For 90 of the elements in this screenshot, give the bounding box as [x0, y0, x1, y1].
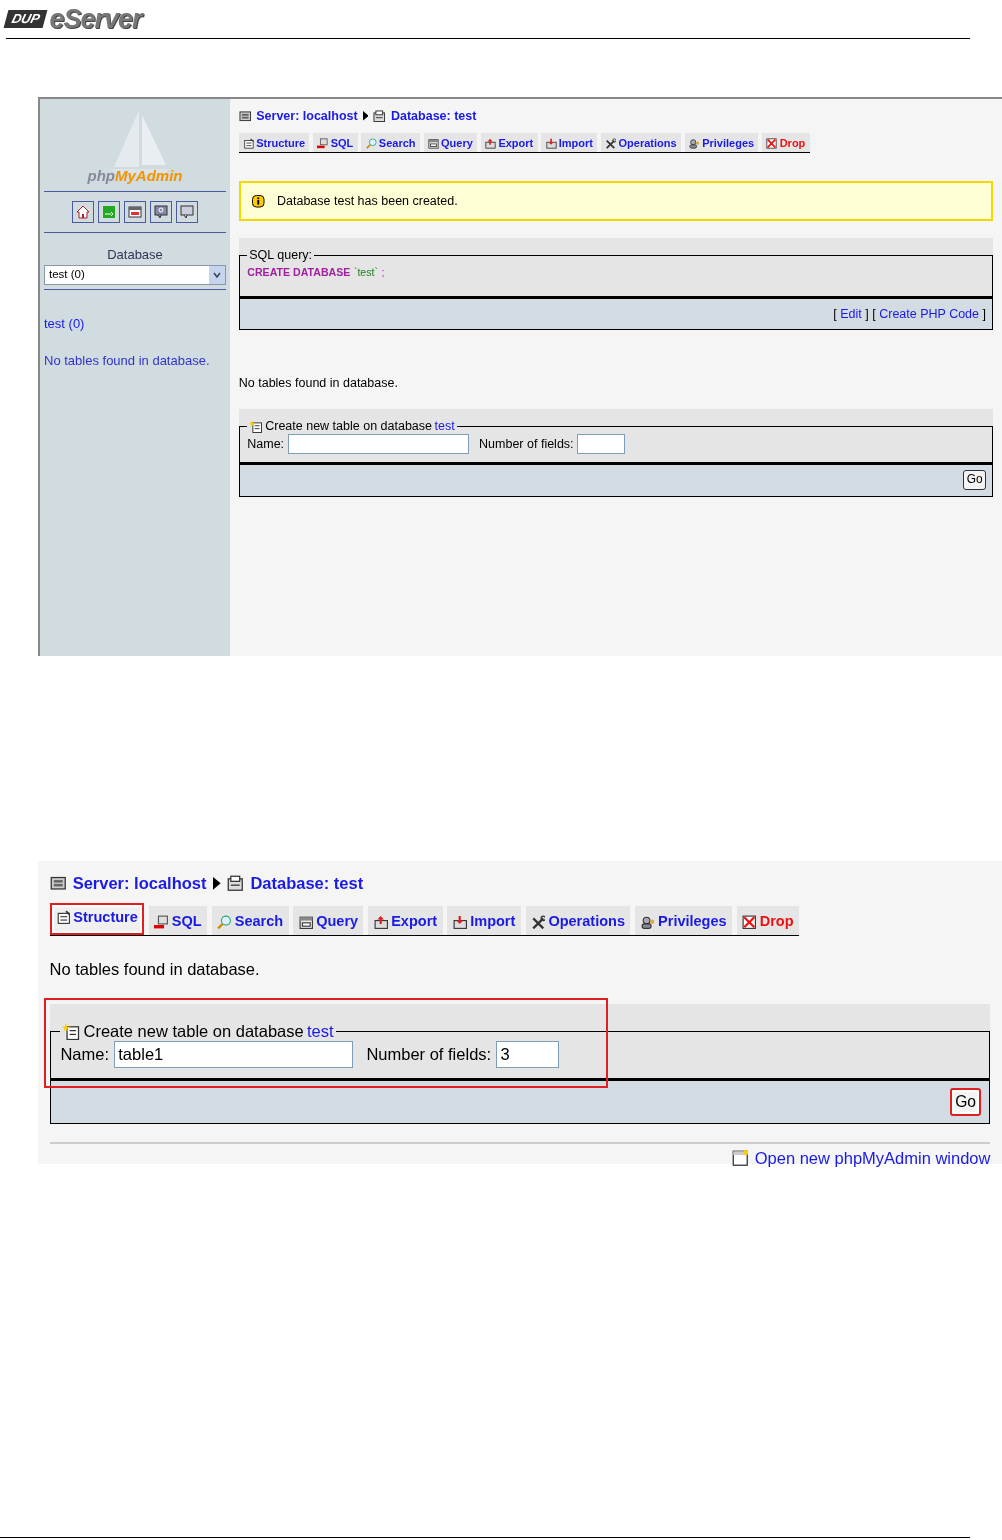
bracket-text: ]: [865, 307, 869, 321]
logo-text: phpMyAdmin: [87, 165, 183, 186]
window-icon: [128, 205, 142, 219]
database-link[interactable]: test: [434, 419, 455, 435]
tab[interactable]: Drop: [762, 132, 810, 152]
info-text: No tables found in database.: [49, 959, 261, 981]
sql-text: CREATE DATABASE `test` ;: [247, 264, 385, 279]
server-icon: [49, 875, 67, 892]
tab[interactable]: Export: [368, 905, 443, 935]
tab[interactable]: Privileges: [635, 905, 732, 935]
cross-icon: [766, 138, 778, 150]
breadcrumb-link[interactable]: Server: localhost: [72, 870, 207, 896]
tab[interactable]: Import: [447, 905, 521, 935]
field-label: Number of fields:: [366, 1044, 492, 1066]
panel-legend: SQL query:: [247, 247, 314, 263]
tab[interactable]: Drop: [736, 905, 799, 935]
sidebar-note: No tables found in database.: [44, 352, 211, 370]
link[interactable]: Edit: [840, 307, 862, 321]
bracket-text: [: [872, 307, 876, 321]
info-text: No tables found in database.: [238, 375, 399, 393]
speech-icon: [180, 205, 194, 219]
field-label: Number of fields:: [479, 435, 574, 453]
logo-text: eServer: [49, 2, 142, 36]
tab[interactable]: Query: [293, 905, 364, 935]
input-field[interactable]: [577, 434, 625, 455]
field-label: Name:: [60, 1044, 110, 1066]
new-document-icon: [249, 419, 263, 434]
arrow-up-icon: [485, 138, 497, 150]
link[interactable]: Create PHP Code: [879, 307, 980, 321]
tab[interactable]: Import: [541, 132, 598, 152]
tab[interactable]: Search: [361, 132, 420, 152]
exit-icon: [102, 205, 116, 219]
bracket-text: ]: [982, 307, 986, 321]
input-field[interactable]: 3: [496, 1041, 559, 1068]
database-select[interactable]: test (0): [44, 264, 226, 285]
tab[interactable]: Export: [480, 132, 538, 152]
help-icon: [154, 205, 168, 219]
form-icon: [243, 138, 255, 150]
tab[interactable]: Structure: [238, 132, 310, 152]
field-label: Name:: [247, 435, 285, 453]
notice-text: Database test has been created.: [277, 192, 458, 210]
home-button[interactable]: [72, 201, 94, 223]
go-button[interactable]: Go: [963, 470, 986, 491]
sql-query-button[interactable]: [176, 201, 198, 223]
window-icon: [427, 138, 439, 150]
users-icon: [688, 138, 700, 150]
cross-icon: [742, 914, 757, 930]
tab[interactable]: Structure: [49, 902, 145, 935]
tab[interactable]: Operations: [601, 132, 681, 152]
new-document-icon: [62, 1022, 81, 1041]
search-icon: [365, 138, 377, 150]
go-button[interactable]: Go: [950, 1088, 982, 1116]
tab[interactable]: SQL: [313, 132, 358, 152]
panel-legend: Create new table on database: [83, 1021, 304, 1042]
database-icon: [373, 109, 386, 123]
arrow-down-icon: [545, 138, 557, 150]
tools-icon: [530, 914, 546, 930]
tab[interactable]: Search: [212, 905, 289, 935]
home-icon: [76, 205, 90, 219]
breadcrumb-link[interactable]: Database: test: [390, 106, 477, 126]
tab[interactable]: SQL: [149, 905, 208, 935]
database-icon: [227, 875, 244, 892]
arrow-down-icon: [452, 914, 468, 930]
database-link[interactable]: test (0): [44, 315, 85, 331]
tab[interactable]: Privileges: [684, 132, 759, 152]
breadcrumb-link[interactable]: Server: localhost: [256, 106, 358, 126]
server-icon: [238, 109, 252, 123]
new-window-link[interactable]: Open new phpMyAdmin window: [754, 1145, 991, 1171]
tab[interactable]: Query: [423, 132, 478, 152]
users-icon: [640, 914, 656, 930]
exit-button[interactable]: [98, 201, 120, 223]
help-button[interactable]: [150, 201, 172, 223]
panel-legend: Create new table on database: [265, 419, 432, 435]
form-icon: [55, 910, 71, 925]
logo-badge: DUP: [3, 10, 48, 28]
triangle-right-icon: [362, 111, 369, 121]
breadcrumb-link[interactable]: Database: test: [250, 870, 364, 896]
input-field[interactable]: [287, 434, 470, 455]
input-field[interactable]: table1: [114, 1041, 354, 1068]
database-label: Database: [106, 246, 164, 264]
bracket-text: [: [833, 307, 837, 321]
search-icon: [217, 914, 232, 930]
window-icon: [298, 914, 314, 930]
sql-window-button[interactable]: [124, 201, 146, 223]
triangle-right-icon: [213, 876, 221, 890]
database-link[interactable]: test: [306, 1021, 334, 1042]
info-icon: [252, 195, 265, 208]
tab[interactable]: Operations: [525, 905, 631, 935]
arrow-up-icon: [373, 914, 389, 930]
tools-icon: [605, 138, 617, 150]
